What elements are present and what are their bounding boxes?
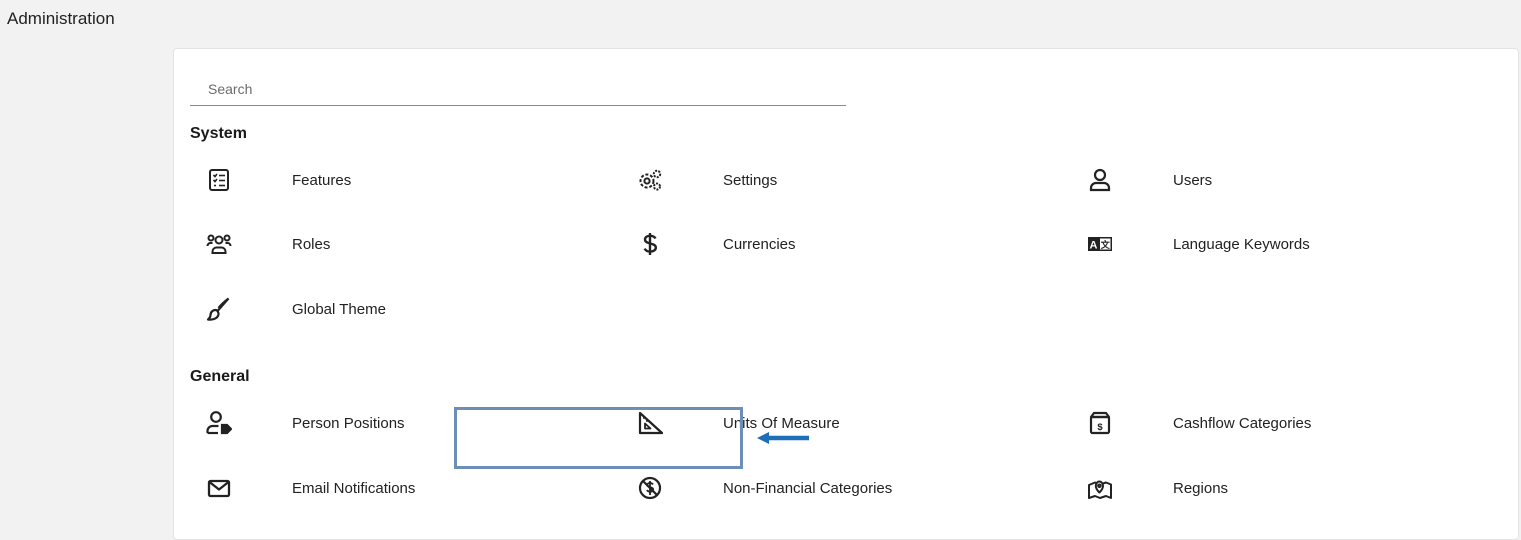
admin-item-label: Currencies [723,235,796,253]
dollar-icon [637,231,663,257]
envelope-icon [206,475,232,501]
section-title-system: System [190,125,247,142]
admin-item-regions[interactable]: Regions [1087,467,1228,509]
admin-item-label: Users [1173,171,1213,189]
admin-item-label: Global Theme [292,300,386,318]
admin-item-label: Email Notifications [292,479,416,497]
svg-text:文: 文 [1100,239,1111,251]
search-field[interactable] [190,73,846,106]
admin-item-cashflow-categories[interactable]: $ Cashflow Categories [1087,402,1311,444]
admin-item-label: Non-Financial Categories [723,479,893,497]
user-tag-icon [206,410,232,436]
svg-text:A: A [1090,239,1098,251]
gears-icon [637,167,663,193]
svg-text:$: $ [1097,422,1103,433]
admin-item-users[interactable]: Users [1087,159,1212,201]
admin-item-label: Features [292,171,352,189]
user-icon [1087,167,1113,193]
page-title: Administration [7,9,115,28]
admin-item-label: Settings [723,171,778,189]
language-icon: A 文 [1087,231,1113,257]
no-dollar-icon [637,475,663,501]
admin-panel: System Features Settings [173,48,1519,540]
admin-item-label: Regions [1173,479,1229,497]
brush-icon [206,296,232,322]
section-title-general: General [190,368,250,385]
admin-item-global-theme[interactable]: Global Theme [206,288,386,330]
admin-item-language-keywords[interactable]: A 文 Language Keywords [1087,223,1310,265]
admin-item-roles[interactable]: Roles [206,223,330,265]
admin-item-currencies[interactable]: Currencies [637,223,796,265]
map-pin-icon [1087,475,1113,501]
admin-item-person-positions[interactable]: Person Positions [206,402,405,444]
users-group-icon [206,231,232,257]
admin-item-features[interactable]: Features [206,159,351,201]
search-input[interactable] [190,73,846,105]
admin-item-label: Person Positions [292,414,405,432]
admin-item-label: Roles [292,235,331,253]
pointer-arrow-icon [757,432,809,444]
highlight-box [454,407,743,469]
admin-item-label: Cashflow Categories [1173,414,1312,432]
money-box-icon: $ [1087,410,1113,436]
checklist-icon [206,167,232,193]
admin-item-email-notifications[interactable]: Email Notifications [206,467,415,509]
admin-item-non-financial-categories[interactable]: Non-Financial Categories [637,467,892,509]
admin-item-label: Language Keywords [1173,235,1310,253]
admin-item-settings[interactable]: Settings [637,159,777,201]
